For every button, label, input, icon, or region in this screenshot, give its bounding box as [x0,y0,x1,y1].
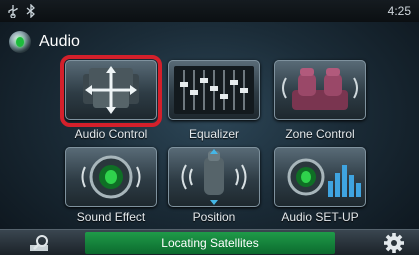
tile-label: Zone Control [285,127,355,141]
sound-effect-icon [81,155,141,199]
gear-icon[interactable] [379,232,409,254]
usb-icon [8,5,18,18]
clock: 4:25 [387,4,411,18]
position-button[interactable] [168,147,260,207]
zone-control-icon [282,68,358,110]
position-icon [181,149,247,205]
selection-frame [60,55,162,127]
page-title: Audio [39,33,80,50]
status-bar: 4:25 [0,0,419,22]
audio-setup-icon [287,158,361,197]
audio-screen: 4:25 Audio Audio Control Equalizer Zone … [0,0,419,255]
equalizer-button[interactable] [168,60,260,120]
tile-label: Audio SET-UP [281,210,359,224]
status-text: Locating Satellites [161,236,259,250]
speaker-icon [9,31,31,53]
equalizer-icon [174,66,254,114]
audio-setup-button[interactable] [274,147,366,207]
bluetooth-icon [26,4,35,18]
search-icon[interactable] [12,233,66,253]
zone-control-button[interactable] [274,60,366,120]
sound-effect-button[interactable] [65,147,157,207]
